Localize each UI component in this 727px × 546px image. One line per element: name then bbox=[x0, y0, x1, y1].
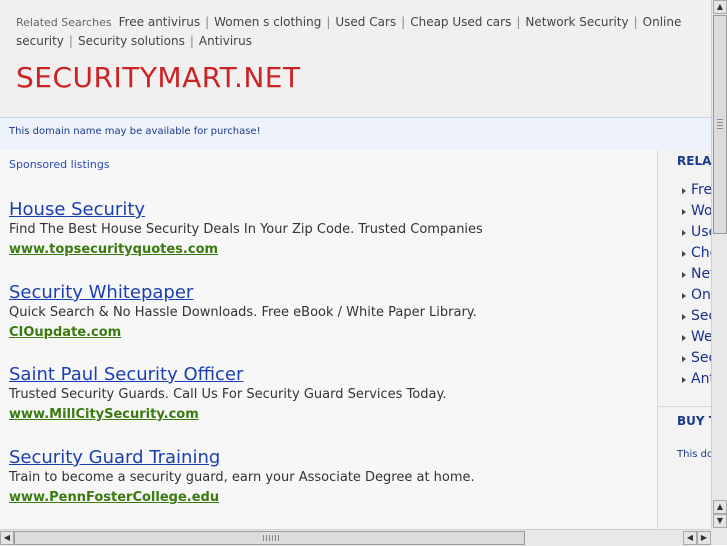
vertical-scrollbar[interactable]: ▲ ▲ ▼ bbox=[711, 0, 727, 529]
ad-url-link[interactable]: www.MillCitySecurity.com bbox=[9, 406, 199, 423]
related-link-cheap-used-cars[interactable]: Cheap Used cars bbox=[410, 15, 511, 29]
horizontal-scroll-thumb[interactable] bbox=[14, 531, 525, 545]
related-searches-label: Related Searches bbox=[16, 16, 112, 29]
separator: | bbox=[205, 15, 210, 29]
ad-description: Find The Best House Security Deals In Yo… bbox=[9, 222, 483, 237]
sidebar-related-link[interactable]: Wo bbox=[681, 201, 711, 222]
buy-heading: BUY T bbox=[677, 414, 711, 428]
ad-title-link[interactable]: House Security bbox=[9, 199, 145, 221]
up-arrow-icon[interactable]: ▲ bbox=[713, 0, 727, 14]
sidebar-related-link[interactable]: Fre bbox=[681, 180, 711, 201]
ad-listing: Saint Paul Security Officer Trusted Secu… bbox=[9, 364, 649, 423]
left-arrow-icon[interactable]: ◀ bbox=[683, 531, 697, 545]
up-arrow-icon[interactable]: ▲ bbox=[713, 500, 727, 514]
grip-icon bbox=[263, 535, 279, 541]
ad-listing: Security Whitepaper Quick Search & No Ha… bbox=[9, 282, 649, 341]
sidebar-related-link[interactable]: Sec bbox=[681, 348, 711, 369]
sidebar-related-link[interactable]: Use bbox=[681, 222, 711, 243]
related-link-free-antivirus[interactable]: Free antivirus bbox=[119, 15, 201, 29]
down-arrow-icon[interactable]: ▼ bbox=[713, 514, 727, 528]
separator: | bbox=[633, 15, 638, 29]
separator: | bbox=[401, 15, 406, 29]
sponsored-label: Sponsored listings bbox=[9, 158, 110, 171]
related-link-used-cars[interactable]: Used Cars bbox=[335, 15, 396, 29]
availability-bar: This domain name may be available for pu… bbox=[0, 117, 711, 151]
ad-url-link[interactable]: CIOupdate.com bbox=[9, 324, 121, 341]
sidebar-divider bbox=[658, 406, 711, 407]
sidebar-related-link[interactable]: Ant bbox=[681, 369, 711, 390]
ad-url-link[interactable]: www.topsecurityquotes.com bbox=[9, 241, 218, 258]
horizontal-scrollbar[interactable]: ◀ ◀ ▶ bbox=[0, 529, 711, 546]
related-searches-bar: Related Searches Free antivirus | Women s c… bbox=[16, 13, 711, 50]
ad-title-link[interactable]: Saint Paul Security Officer bbox=[9, 364, 243, 386]
ad-description: Trusted Security Guards. Call Us For Sec… bbox=[9, 387, 447, 402]
site-title: SECURITYMART.NET bbox=[16, 61, 301, 94]
related-link-network-security[interactable]: Network Security bbox=[525, 15, 628, 29]
ad-description: Quick Search & No Hassle Downloads. Free… bbox=[9, 305, 477, 320]
related-link-antivirus[interactable]: Antivirus bbox=[199, 34, 252, 48]
sponsored-listings: Sponsored listings House Security Find T… bbox=[0, 150, 657, 529]
related-link-womens-clothing[interactable]: Women s clothing bbox=[214, 15, 321, 29]
sidebar-related-link[interactable]: Sec bbox=[681, 306, 711, 327]
separator: | bbox=[189, 34, 194, 48]
separator: | bbox=[326, 15, 331, 29]
buy-text: This dor bbox=[677, 449, 711, 460]
sidebar-related-link[interactable]: Onl bbox=[681, 285, 711, 306]
separator: | bbox=[516, 15, 521, 29]
scrollbar-corner bbox=[711, 529, 727, 545]
vertical-scroll-thumb[interactable] bbox=[713, 15, 727, 234]
separator: | bbox=[68, 34, 73, 48]
ad-listing: Security Guard Training Train to become … bbox=[9, 447, 649, 506]
ad-title-link[interactable]: Security Whitepaper bbox=[9, 282, 193, 304]
page-viewport: Related Searches Free antivirus | Women s c… bbox=[0, 0, 711, 529]
availability-text[interactable]: This domain name may be available for pu… bbox=[9, 126, 261, 137]
related-list: Fre Wo Use Che Net Onl Sec We Sec Ant bbox=[681, 180, 711, 390]
related-heading: RELA bbox=[677, 154, 711, 168]
right-sidebar: RELA Fre Wo Use Che Net Onl Sec We Sec A… bbox=[657, 150, 711, 529]
ad-listing: House Security Find The Best House Secur… bbox=[9, 199, 649, 258]
left-arrow-icon[interactable]: ◀ bbox=[0, 531, 14, 545]
header: Related Searches Free antivirus | Women s c… bbox=[0, 0, 711, 117]
sidebar-related-link[interactable]: Net bbox=[681, 264, 711, 285]
ad-url-link[interactable]: www.PennFosterCollege.edu bbox=[9, 489, 219, 506]
sidebar-related-link[interactable]: We bbox=[681, 327, 711, 348]
ad-description: Train to become a security guard, earn y… bbox=[9, 470, 475, 485]
grip-icon bbox=[717, 119, 723, 129]
sidebar-related-link[interactable]: Che bbox=[681, 243, 711, 264]
right-arrow-icon[interactable]: ▶ bbox=[697, 531, 711, 545]
ad-title-link[interactable]: Security Guard Training bbox=[9, 447, 220, 469]
related-link-security-solutions[interactable]: Security solutions bbox=[78, 34, 185, 48]
